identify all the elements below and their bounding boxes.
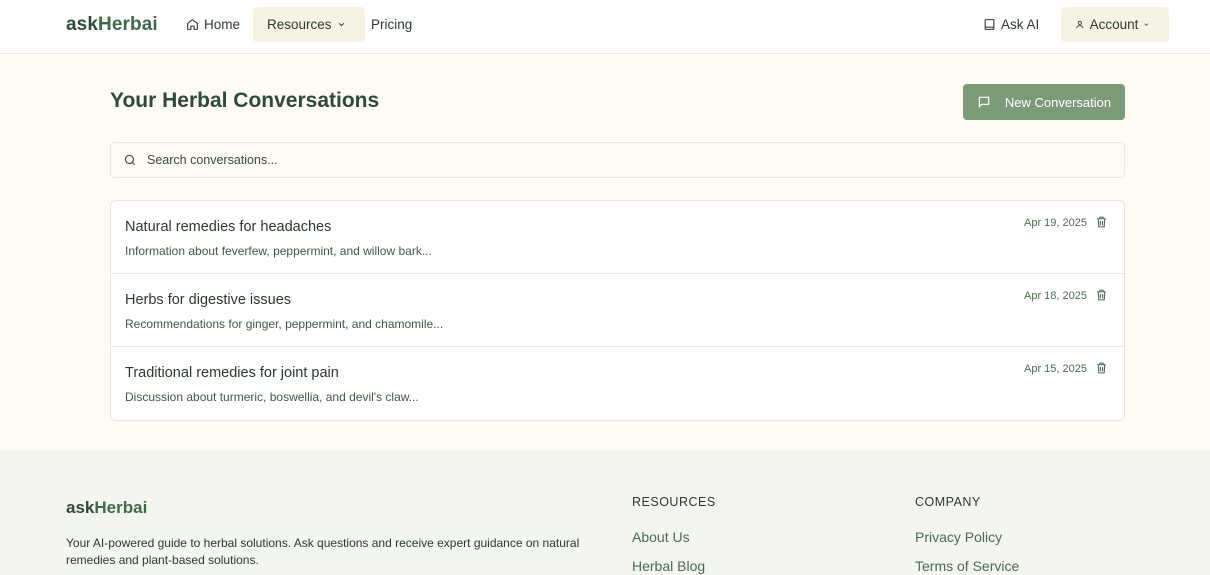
footer-company-heading: COMPANY — [915, 495, 981, 509]
nav-ask-ai-label: Ask AI — [1001, 17, 1040, 32]
conversation-title: Natural remedies for headaches — [125, 219, 332, 235]
conversation-date: Apr 19, 2025 — [1024, 217, 1087, 229]
footer-resources-heading: RESOURCES — [632, 495, 716, 509]
search-icon — [124, 154, 136, 166]
conversation-item[interactable]: Natural remedies for headaches Informati… — [111, 201, 1124, 274]
trash-icon[interactable] — [1095, 361, 1108, 375]
footer-brand-logo: askHerbai — [66, 498, 148, 517]
conversation-summary: Recommendations for ginger, peppermint, … — [125, 317, 444, 331]
nav-home-link[interactable]: Home — [172, 7, 254, 42]
nav-home-label: Home — [204, 17, 241, 32]
footer-link-herbal-blog[interactable]: Herbal Blog — [632, 558, 705, 574]
nav-resources-dropdown[interactable]: Resources — [253, 7, 365, 42]
nav-pricing-link[interactable]: Pricing — [357, 7, 426, 42]
nav-ask-ai-link[interactable]: Ask AI — [969, 7, 1053, 42]
conversation-item[interactable]: Herbs for digestive issues Recommendatio… — [111, 274, 1124, 347]
conversation-date: Apr 15, 2025 — [1024, 363, 1087, 375]
nav-account-dropdown[interactable]: Account — [1061, 7, 1169, 42]
site-footer: askHerbai Your AI-powered guide to herba… — [0, 450, 1210, 575]
chevron-down-icon — [338, 23, 344, 27]
home-icon — [187, 18, 198, 30]
book-icon — [984, 19, 995, 30]
trash-icon[interactable] — [1095, 288, 1108, 302]
conversation-summary: Discussion about turmeric, boswellia, an… — [125, 390, 419, 404]
nav-pricing-label: Pricing — [371, 17, 413, 32]
conversation-title: Herbs for digestive issues — [125, 292, 292, 308]
user-icon — [1076, 20, 1084, 29]
footer-link-privacy-policy[interactable]: Privacy Policy — [915, 529, 1002, 545]
conversation-list: Natural remedies for headaches Informati… — [110, 200, 1125, 421]
chevron-down-icon — [1144, 23, 1149, 26]
conversation-item[interactable]: Traditional remedies for joint pain Disc… — [111, 347, 1124, 420]
conversation-summary: Information about feverfew, peppermint, … — [125, 244, 432, 258]
nav-resources-label: Resources — [267, 17, 332, 32]
footer-link-about-us[interactable]: About Us — [632, 529, 690, 545]
search-bar — [110, 142, 1125, 178]
nav-account-label: Account — [1089, 17, 1139, 32]
search-input[interactable] — [147, 153, 1047, 167]
conversation-date: Apr 18, 2025 — [1024, 290, 1087, 302]
footer-description: Your AI-powered guide to herbal solution… — [66, 536, 580, 567]
page-title: Your Herbal Conversations — [110, 89, 380, 112]
footer-link-terms-of-service[interactable]: Terms of Service — [915, 558, 1019, 574]
conversation-title: Traditional remedies for joint pain — [125, 365, 339, 381]
top-navbar: askHerbai Home Resources Pricing Ask AI … — [0, 0, 1210, 54]
brand-logo[interactable]: askHerbai — [66, 14, 158, 36]
new-conversation-label: New Conversation — [1004, 94, 1112, 110]
new-conversation-button[interactable]: New Conversation — [963, 84, 1125, 120]
chat-icon — [978, 96, 990, 109]
trash-icon[interactable] — [1095, 215, 1108, 229]
